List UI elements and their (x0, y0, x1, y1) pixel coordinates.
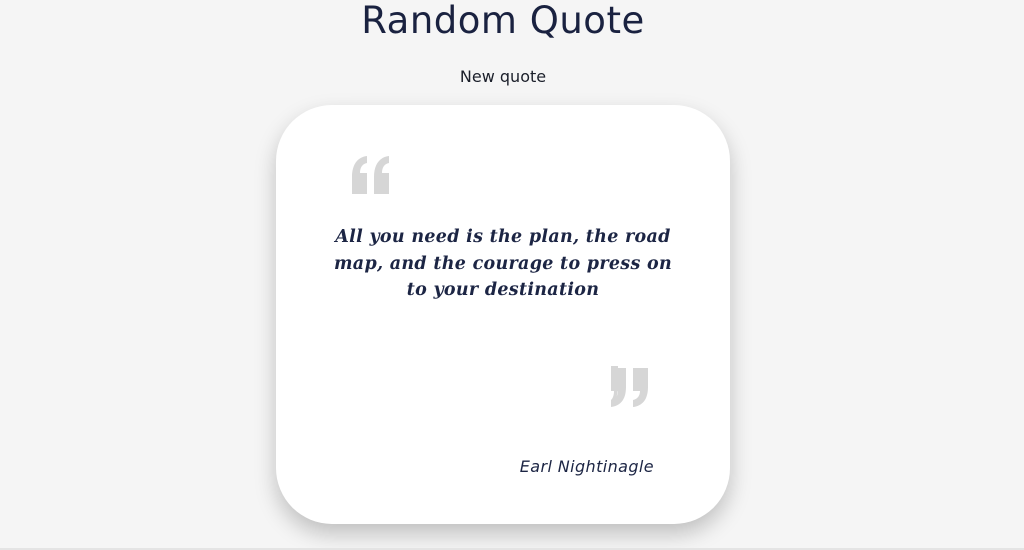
quote-author: Earl Nightinagle (519, 457, 654, 476)
page-title: Random Quote (361, 0, 645, 42)
close-quote-icon (611, 366, 648, 407)
quote-card: All you need is the plan, the road map, … (276, 105, 730, 524)
quote-text: All you need is the plan, the road map, … (333, 227, 672, 300)
new-quote-button[interactable]: New quote (453, 64, 553, 90)
open-quote-icon (352, 156, 389, 194)
